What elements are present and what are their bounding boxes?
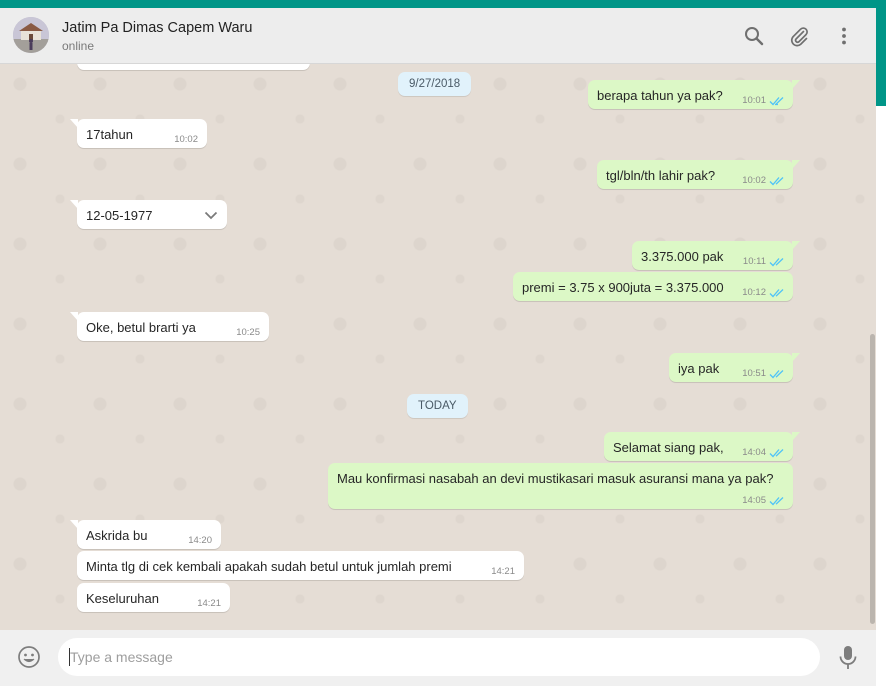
emoji-icon[interactable] xyxy=(17,645,41,669)
outgoing-message[interactable]: Mau konfirmasi nasabah an devi mustikasa… xyxy=(328,463,793,509)
chat-scrollbar[interactable] xyxy=(870,334,875,624)
bubble-tail xyxy=(70,200,78,209)
message-text: Keseluruhan xyxy=(86,591,159,606)
message-input[interactable]: Type a message xyxy=(58,638,820,676)
message-time: 10:01 xyxy=(742,95,766,106)
message-text: Minta tlg di cek kembali apakah sudah be… xyxy=(86,559,452,574)
bubble-tail xyxy=(792,353,800,362)
message-text: Mau konfirmasi nasabah an devi mustikasa… xyxy=(337,471,774,486)
partial-message-bubble xyxy=(77,64,310,70)
outgoing-message[interactable]: iya pak 10:51 xyxy=(669,353,800,382)
outgoing-message[interactable]: berapa tahun ya pak? 10:01 xyxy=(588,80,800,109)
read-ticks-icon xyxy=(769,289,784,298)
message-text: berapa tahun ya pak? xyxy=(597,88,723,103)
outgoing-message[interactable]: tgl/bln/th lahir pak? 10:02 xyxy=(597,160,800,189)
message-list[interactable]: 9/27/2018 berapa tahun ya pak? 10:01 17t… xyxy=(0,64,876,630)
incoming-message[interactable]: Minta tlg di cek kembali apakah sudah be… xyxy=(77,551,524,580)
microphone-icon[interactable] xyxy=(838,645,858,671)
outgoing-message[interactable]: 3.375.000 pak 10:11 xyxy=(632,241,800,270)
message-text: 12-05-1977 xyxy=(86,208,153,223)
bubble-tail xyxy=(70,312,78,321)
bubble-tail xyxy=(70,119,78,128)
message-time: 10:02 xyxy=(742,175,766,186)
message-text: premi = 3.75 x 900juta = 3.375.000 xyxy=(522,280,724,295)
contact-name[interactable]: Jatim Pa Dimas Capem Waru xyxy=(62,20,252,36)
message-time: 10:12 xyxy=(742,287,766,298)
read-ticks-icon xyxy=(769,370,784,379)
bubble-tail xyxy=(792,80,800,89)
message-input-placeholder: Type a message xyxy=(70,649,173,665)
message-time: 14:04 xyxy=(742,447,766,458)
read-ticks-icon xyxy=(769,177,784,186)
message-time: 14:20 xyxy=(188,535,212,546)
menu-dots-icon[interactable] xyxy=(833,25,855,47)
right-accent-strip xyxy=(876,8,886,106)
date-separator: 9/27/2018 xyxy=(398,72,472,96)
message-time: 14:05 xyxy=(742,495,766,506)
message-time: 14:21 xyxy=(197,598,221,609)
message-time: 10:51 xyxy=(742,368,766,379)
read-ticks-icon xyxy=(769,497,784,506)
read-ticks-icon xyxy=(769,258,784,267)
message-text: 3.375.000 pak xyxy=(641,249,724,264)
incoming-message[interactable]: Askrida bu 14:20 xyxy=(70,520,221,549)
bubble-tail xyxy=(70,520,78,529)
message-text: iya pak xyxy=(678,361,720,376)
read-ticks-icon xyxy=(769,97,784,106)
message-text: 17tahun xyxy=(86,127,133,142)
chevron-down-icon[interactable] xyxy=(204,211,218,220)
message-text: Selamat siang pak, xyxy=(613,440,724,455)
message-time: 10:11 xyxy=(742,256,766,267)
outgoing-message[interactable]: premi = 3.75 x 900juta = 3.375.000 10:12 xyxy=(513,272,793,301)
message-time: 14:21 xyxy=(491,566,515,577)
paperclip-icon[interactable] xyxy=(788,25,810,47)
message-time: 10:02 xyxy=(174,134,198,145)
date-separator: TODAY xyxy=(407,394,468,418)
read-ticks-icon xyxy=(769,449,784,458)
bubble-tail xyxy=(792,241,800,250)
incoming-message[interactable]: 12-05-1977 xyxy=(70,200,227,229)
bubble-tail xyxy=(792,160,800,169)
message-text: Oke, betul brarti ya xyxy=(86,320,196,335)
incoming-message[interactable]: Oke, betul brarti ya 10:25 xyxy=(70,312,269,341)
incoming-message[interactable]: 17tahun 10:02 xyxy=(70,119,207,148)
bubble-tail xyxy=(792,432,800,441)
chat-window: Jatim Pa Dimas Capem Waru online 9/27/20… xyxy=(0,8,876,686)
outgoing-message[interactable]: Selamat siang pak, 14:04 xyxy=(604,432,800,461)
search-icon[interactable] xyxy=(743,25,765,47)
avatar-image xyxy=(13,17,49,53)
composer-bar: Type a message xyxy=(0,630,876,686)
message-text: tgl/bln/th lahir pak? xyxy=(606,168,716,183)
message-time: 10:25 xyxy=(236,327,260,338)
chat-header: Jatim Pa Dimas Capem Waru online xyxy=(0,8,876,64)
incoming-message[interactable]: Keseluruhan 14:21 xyxy=(77,583,230,612)
contact-status: online xyxy=(62,39,95,53)
contact-avatar[interactable] xyxy=(13,17,49,53)
message-text: Askrida bu xyxy=(86,528,148,543)
top-accent-bar xyxy=(0,0,886,8)
